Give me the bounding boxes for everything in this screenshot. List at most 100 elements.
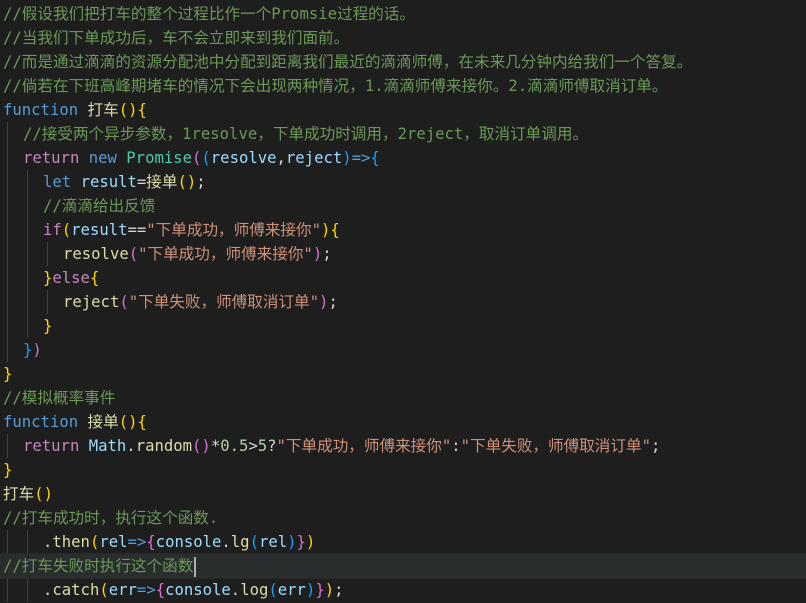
code-token: console — [165, 581, 231, 599]
code-line[interactable]: } — [0, 458, 806, 482]
code-token: () — [192, 437, 211, 455]
code-token: ) — [321, 221, 331, 239]
code-token: "下单成功，师傅来接你" — [138, 245, 313, 263]
code-token: : — [451, 437, 461, 455]
code-token: //打车成功时，执行这个函数. — [3, 509, 219, 527]
code-token: ( — [128, 245, 139, 263]
code-token: //假设我们把打车的整个过程比作一个Promsie过程的话。 — [3, 5, 415, 23]
code-token: ( — [201, 149, 211, 167]
code-token: ) — [312, 245, 323, 263]
code-token: () — [177, 173, 197, 191]
code-token: () — [118, 101, 138, 119]
code-token: //而是通过滴滴的资源分配池中分配到距离我们最近的滴滴师傅，在未来几分钟内给我们… — [3, 53, 693, 71]
code-line[interactable]: let result=接单(); — [0, 170, 806, 194]
code-line[interactable]: }) — [0, 338, 806, 362]
code-token: { — [137, 413, 147, 431]
code-token: result — [71, 221, 128, 239]
code-line[interactable]: reject("下单失败，师傅取消订单"); — [0, 290, 806, 314]
code-token: . — [126, 437, 136, 455]
code-line[interactable]: //假设我们把打车的整个过程比作一个Promsie过程的话。 — [0, 2, 806, 26]
code-token: ( — [89, 533, 100, 551]
code-line[interactable]: } — [0, 314, 806, 338]
code-token: 5 — [257, 437, 268, 455]
code-token: { — [89, 269, 100, 287]
code-line-current[interactable]: //打车失败时执行这个函数 — [0, 553, 806, 579]
code-token: } — [315, 581, 325, 599]
code-token: rel — [99, 533, 128, 551]
code-token: == — [127, 221, 147, 239]
code-token: result — [80, 173, 137, 191]
code-token: { — [330, 221, 340, 239]
code-line[interactable]: return Math.random()*0.5>5?"下单成功，师傅来接你":… — [0, 434, 806, 458]
code-token: reject — [285, 149, 343, 167]
code-token: () — [118, 413, 138, 431]
code-token: random — [135, 437, 193, 455]
code-token: . — [221, 533, 231, 551]
code-line[interactable]: } — [0, 362, 806, 386]
code-token: ; — [328, 293, 338, 311]
code-token: log — [240, 581, 269, 599]
code-token: ( — [249, 533, 259, 551]
code-token: ) — [305, 581, 316, 599]
code-token: , — [276, 149, 286, 167]
code-line[interactable]: function 接单(){ — [0, 410, 806, 434]
code-token: 接单 — [87, 413, 119, 431]
code-token: then — [52, 533, 90, 551]
code-token: } — [296, 533, 306, 551]
code-token: function — [3, 413, 79, 431]
code-token: ( — [268, 581, 278, 599]
code-token: Math — [88, 437, 127, 455]
code-token: . — [230, 581, 241, 599]
code-line[interactable]: function 打车(){ — [0, 98, 806, 122]
code-token: ) — [342, 149, 352, 167]
code-token: //模拟概率事件 — [3, 389, 116, 407]
code-token: > — [248, 437, 258, 455]
code-line[interactable]: if(result=="下单成功，师傅来接你"){ — [0, 218, 806, 242]
code-token: "下单失败，师傅取消订单" — [460, 437, 651, 455]
code-line[interactable]: }else{ — [0, 266, 806, 290]
code-token: return — [23, 437, 80, 455]
code-line[interactable]: //接受两个异步参数，1resolve，下单成功时调用，2reject，取消订单… — [0, 122, 806, 146]
code-line[interactable]: resolve("下单成功，师傅来接你"); — [0, 242, 806, 266]
code-token: console — [155, 533, 222, 551]
code-line[interactable]: //而是通过滴滴的资源分配池中分配到距离我们最近的滴滴师傅，在未来几分钟内给我们… — [0, 50, 806, 74]
code-line[interactable]: //模拟概率事件 — [0, 386, 806, 410]
code-token: //滴滴给出反馈 — [43, 197, 156, 215]
code-line[interactable]: //倘若在下班高峰期堵车的情况下会出现两种情况，1.滴滴师傅来接你。2.滴滴师傅… — [0, 74, 806, 98]
code-token: => — [127, 533, 147, 551]
code-token: { — [155, 581, 166, 599]
code-token: ; — [650, 437, 661, 455]
code-token: "下单失败，师傅取消订单" — [128, 293, 320, 311]
code-token: ; — [322, 245, 332, 263]
text-cursor — [194, 556, 197, 577]
code-token: } — [3, 461, 13, 479]
code-token: => — [351, 149, 371, 167]
code-token: "下单成功，师傅来接你" — [146, 221, 322, 239]
code-token: //接受两个异步参数，1resolve，下单成功时调用，2reject，取消订单… — [23, 125, 589, 143]
code-token: } — [3, 365, 13, 383]
code-token: catch — [52, 581, 100, 599]
code-token: ( — [61, 221, 72, 239]
code-token: //打车失败时执行这个函数 — [3, 557, 194, 575]
code-token: 接单 — [146, 173, 178, 191]
code-token: //当我们下单成功后，车不会立即来到我们面前。 — [3, 29, 350, 47]
code-token: 打车 — [87, 101, 119, 119]
code-line[interactable]: //打车成功时，执行这个函数. — [0, 506, 806, 530]
code-token: let — [43, 173, 72, 191]
code-token: . — [43, 533, 53, 551]
code-token: ? — [267, 437, 277, 455]
code-line[interactable]: //滴滴给出反馈 — [0, 194, 806, 218]
code-line[interactable]: return new Promise((resolve,reject)=>{ — [0, 146, 806, 170]
code-token: { — [137, 101, 147, 119]
code-line[interactable]: //当我们下单成功后，车不会立即来到我们面前。 — [0, 26, 806, 50]
code-line[interactable]: 打车() — [0, 482, 806, 506]
code-editor[interactable]: //假设我们把打车的整个过程比作一个Promsie过程的话。 //当我们下单成功后… — [0, 0, 806, 603]
code-token: () — [34, 485, 53, 503]
code-token: } — [43, 317, 53, 335]
code-line[interactable]: .catch(err=>{console.log(err)}); — [0, 578, 806, 602]
code-line[interactable]: .then(rel=>{console.lg(rel)}) — [0, 530, 806, 554]
code-token: reject — [63, 293, 120, 311]
